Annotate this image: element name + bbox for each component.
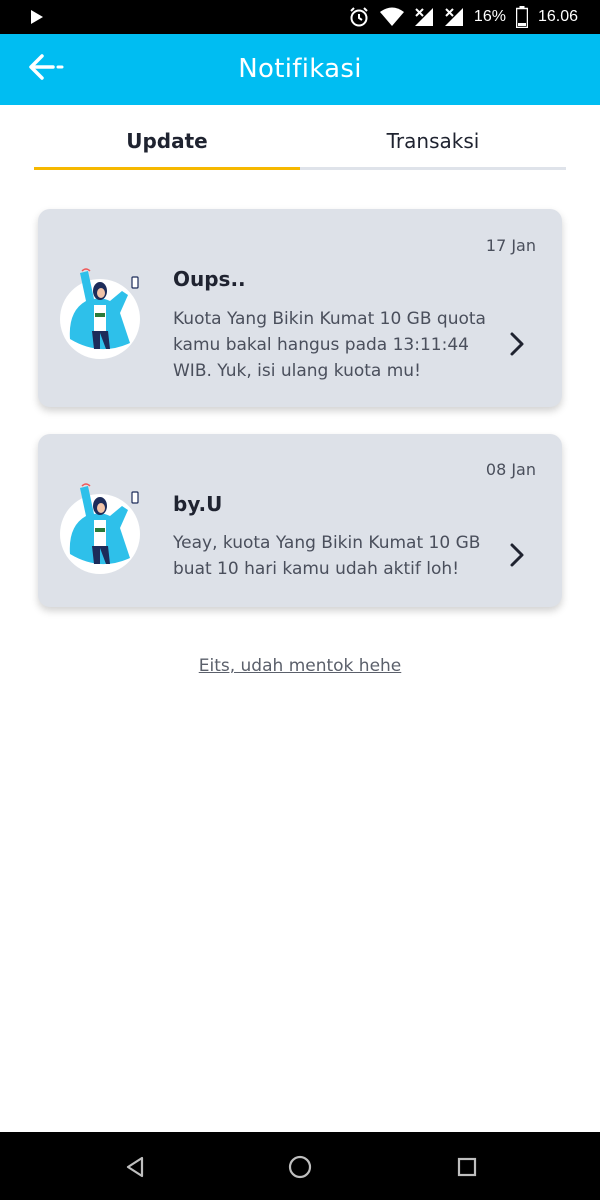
wifi-icon [379,7,404,27]
notification-body: Yeay, kuota Yang Bikin Kumat 10 GB buat … [173,533,481,579]
tab-bar: Update Transaksi [34,118,566,170]
signal-icon [414,7,434,27]
app-bar: Notifikasi [0,34,600,105]
tab-inactive-indicator [300,167,566,170]
end-of-list-link[interactable]: Eits, udah mentok hehe [0,656,600,676]
tab-transaksi[interactable]: Transaksi [300,118,566,170]
tab-update[interactable]: Update [34,118,300,170]
notification-date: 08 Jan [485,460,536,479]
notification-card[interactable]: 17 Jan Oups.. Kuota Yang Bikin Kumat 10 … [38,209,562,407]
chevron-right-icon [508,331,526,357]
chevron-right-icon [508,542,526,568]
notification-card[interactable]: 08 Jan by.U Yeay, kuota Yang Bikin Kumat… [38,434,562,607]
signal-icon [444,7,464,27]
notification-date: 17 Jan [485,236,536,255]
tab-label: Transaksi [386,129,480,153]
play-icon [30,9,44,29]
back-button[interactable] [26,54,66,84]
notification-title: by.U [173,492,223,516]
home-circle-icon[interactable] [287,1154,313,1180]
arrow-left-icon [26,52,66,86]
status-bar: 16% 16.06 [0,0,600,34]
notification-title: Oups.. [173,267,246,291]
clock: 16.06 [537,8,578,25]
alarm-icon [348,6,370,28]
page-title: Notifikasi [238,54,362,84]
recents-square-icon[interactable] [454,1154,480,1180]
character-illustration [50,261,150,361]
system-nav-bar [0,1132,600,1200]
battery-percent: 16% [473,8,506,25]
notification-body: Kuota Yang Bikin Kumat 10 GB quota kamu … [173,309,486,381]
battery-icon [515,6,528,28]
tab-active-indicator [34,167,300,170]
character-illustration [50,476,150,576]
tab-label: Update [126,129,208,153]
back-triangle-icon[interactable] [122,1154,148,1180]
